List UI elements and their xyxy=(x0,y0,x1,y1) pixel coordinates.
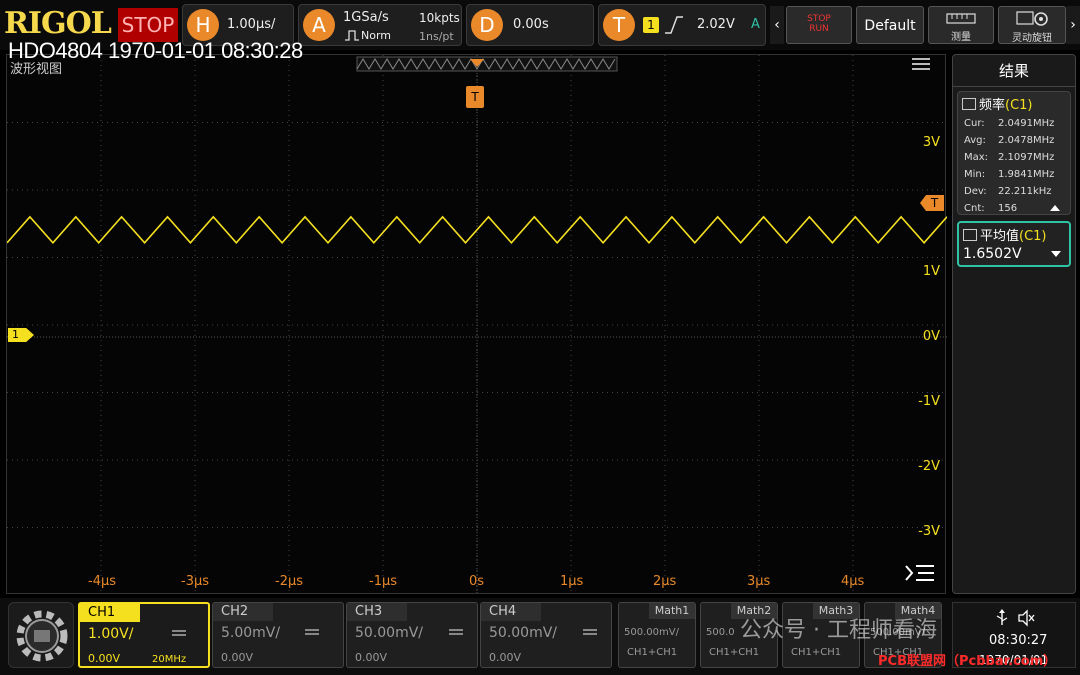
delay-icon: D xyxy=(471,9,503,41)
horizontal-icon: H xyxy=(187,9,219,41)
trigger-icon: T xyxy=(603,9,635,41)
stat-row: Dev: 22.211kHz xyxy=(964,186,1052,197)
channel-ch3[interactable]: CH3 50.00mV/ 0.00V xyxy=(346,602,478,668)
stat-row: Cnt: 156 xyxy=(958,200,1070,217)
acquire-panel[interactable]: A 1GSa/s 10kpts Norm 1ns/pt xyxy=(298,4,462,46)
expand-down-icon[interactable] xyxy=(1051,251,1061,257)
collapse-up-icon[interactable] xyxy=(1050,205,1060,211)
channel-menu-icon xyxy=(449,629,463,637)
run-state-indicator[interactable]: STOP xyxy=(118,8,178,42)
waveform-canvas xyxy=(7,55,947,595)
trigger-panel[interactable]: T 1 2.02V A xyxy=(598,4,766,46)
y-tick-label: -2V xyxy=(918,459,940,474)
time-resolution: 1ns/pt xyxy=(419,30,454,43)
channel-menu-icon xyxy=(583,629,597,637)
x-tick-label: 1μs xyxy=(560,574,584,589)
toolbar-left-arrow[interactable]: ‹ xyxy=(770,6,784,44)
channel-ch2[interactable]: CH2 5.00mV/ 0.00V xyxy=(212,602,344,668)
view-menu-icon[interactable] xyxy=(912,58,932,72)
y-tick-label: 0V xyxy=(922,329,940,344)
toolbar-right-arrow[interactable]: › xyxy=(1066,6,1080,44)
stop-run-button[interactable]: STOP RUN xyxy=(786,6,852,44)
average-card[interactable]: 平均值(C1) 1.6502V xyxy=(957,221,1071,267)
norm-acquire-icon xyxy=(345,30,359,41)
results-title: 结果 xyxy=(953,55,1075,87)
default-button[interactable]: Default xyxy=(856,6,924,44)
expand-menu-icon[interactable] xyxy=(904,562,936,584)
results-panel: 结果 频率(C1) Cur: 2.0491MHz Avg: 2.0478MHz Ma… xyxy=(952,54,1076,594)
y-tick-label: -1V xyxy=(918,394,940,409)
trigger-state: A xyxy=(751,17,760,32)
delay-panel[interactable]: D 0.00s xyxy=(466,4,594,46)
x-tick-label: 4μs xyxy=(841,574,865,589)
x-tick-label: -2μs xyxy=(275,574,304,589)
waveform-view[interactable] xyxy=(6,54,947,595)
acquire-icon: A xyxy=(303,9,335,41)
y-tick-label: -3V xyxy=(918,524,940,539)
y-tick-label: 3V xyxy=(922,135,940,150)
watermark-text: 公众号 · 工程师看海 xyxy=(740,618,937,643)
stat-row: Cur: 2.0491MHz xyxy=(964,118,1055,129)
speaker-muted-icon[interactable] xyxy=(1017,609,1035,627)
knob-gear-icon xyxy=(1016,11,1048,26)
knob-button[interactable]: 灵动旋钮 xyxy=(998,6,1066,44)
view-label: 波形视图 xyxy=(10,62,63,77)
channel-ch4[interactable]: CH4 50.00mV/ 0.00V xyxy=(480,602,612,668)
y-tick-label: 1V xyxy=(922,264,940,279)
sample-rate: 1GSa/s xyxy=(343,10,389,25)
watermark-site: PCB联盟网（Pcbbar.com） xyxy=(878,654,1057,669)
x-tick-label: -1μs xyxy=(369,574,398,589)
memory-depth: 10kpts xyxy=(419,11,460,25)
brand-logo: RIGOL xyxy=(4,6,112,41)
average-title: 平均值(C1) xyxy=(959,223,1069,246)
home-gear-button[interactable] xyxy=(8,602,74,668)
x-tick-label: 0s xyxy=(469,574,485,589)
x-tick-label: -3μs xyxy=(181,574,210,589)
rising-edge-icon xyxy=(665,16,683,34)
math-1[interactable]: Math1 500.00mV/ CH1+CH1 xyxy=(618,602,696,668)
stat-row: Max: 2.1097MHz xyxy=(964,152,1055,163)
acquire-mode: Norm xyxy=(361,29,392,42)
gear-icon xyxy=(16,610,68,662)
channel-menu-icon xyxy=(305,629,319,637)
channel-menu-icon xyxy=(172,630,186,638)
clock-time: 08:30:27 xyxy=(989,633,1048,648)
trigger-source-badge: 1 xyxy=(643,17,659,33)
trigger-level: 2.02V xyxy=(697,17,735,32)
x-tick-label: 3μs xyxy=(747,574,771,589)
delay-value: 0.00s xyxy=(513,17,549,32)
stat-row: Avg: 2.0478MHz xyxy=(964,135,1055,146)
x-tick-label: -4μs xyxy=(88,574,117,589)
memory-position-strip xyxy=(356,56,618,72)
stat-row: Min: 1.9841MHz xyxy=(964,169,1055,180)
average-value: 1.6502V xyxy=(959,246,1069,262)
measure-button[interactable]: 测量 xyxy=(928,6,994,44)
channel-ch1[interactable]: CH1 1.00V/ 0.00V 20MHz xyxy=(78,602,210,668)
frequency-title: 频率(C1) xyxy=(958,92,1070,115)
ruler-icon xyxy=(946,13,976,24)
frequency-card[interactable]: 频率(C1) Cur: 2.0491MHz Avg: 2.0478MHz Max: 2… xyxy=(957,91,1071,215)
trigger-position-marker[interactable]: T xyxy=(466,86,484,108)
usb-icon xyxy=(996,609,1008,625)
x-tick-label: 2μs xyxy=(653,574,677,589)
frequency-icon xyxy=(962,98,976,110)
average-icon xyxy=(963,229,977,241)
timebase-value: 1.00μs/ xyxy=(227,17,276,32)
